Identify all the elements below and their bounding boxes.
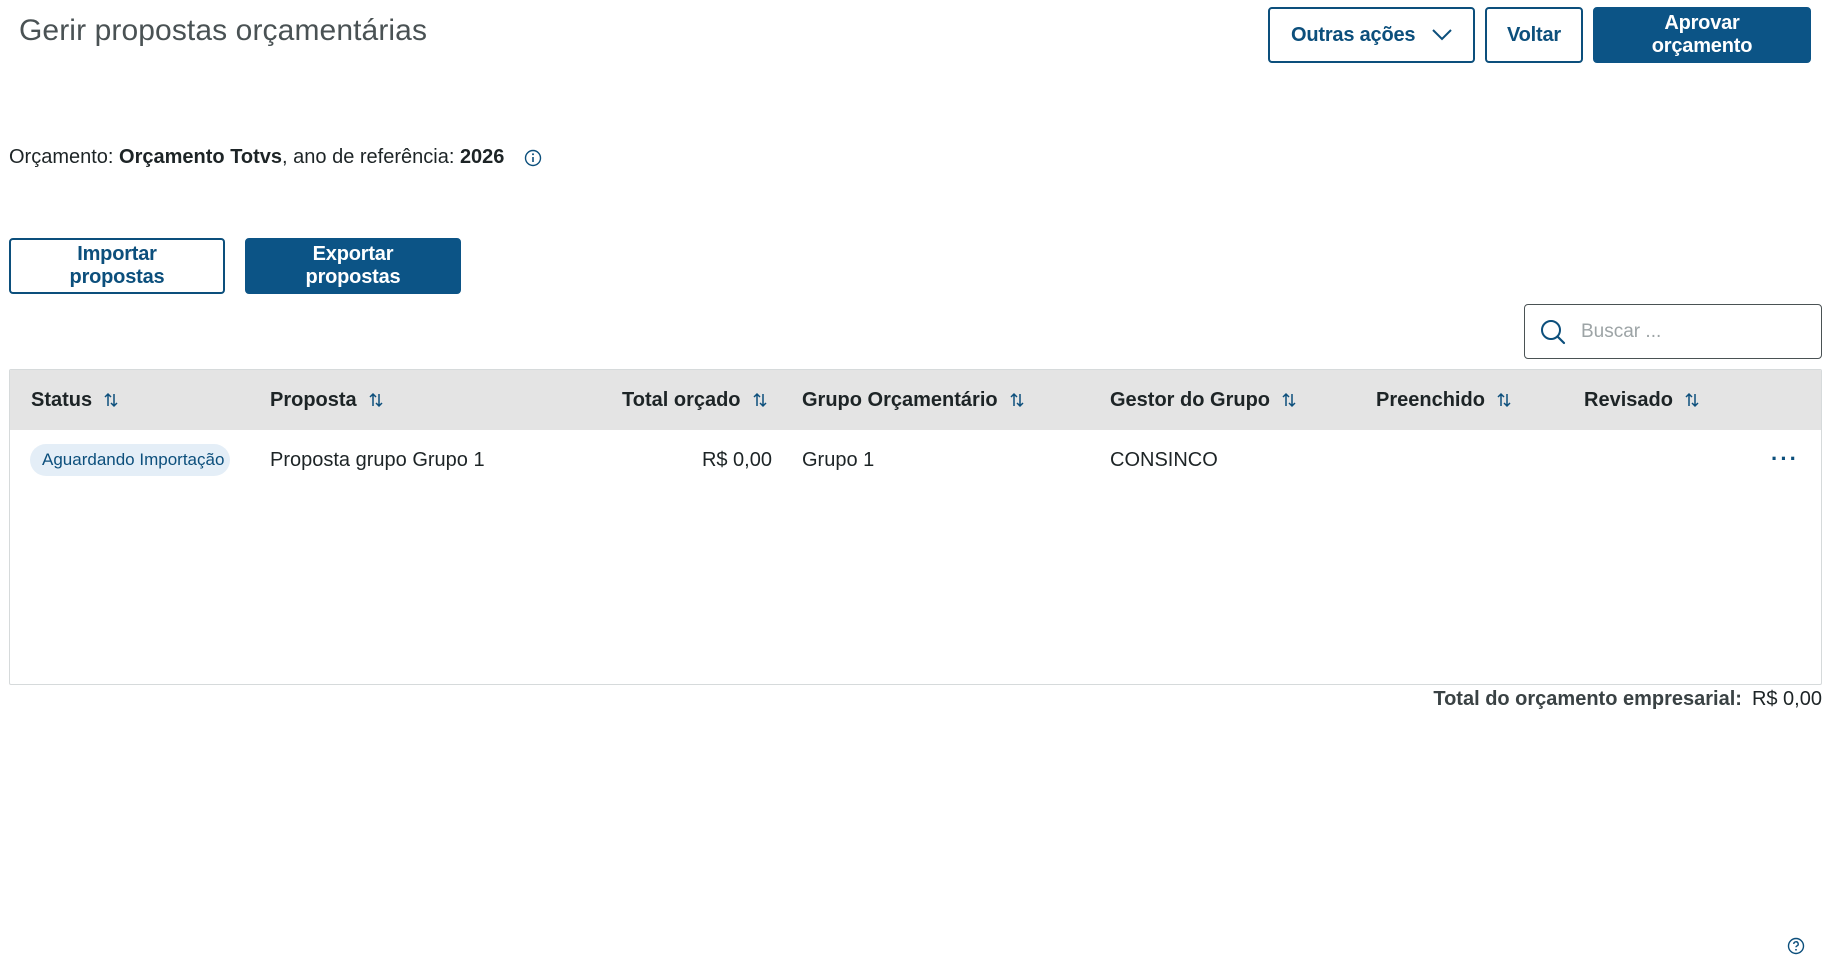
ano-value: 2026 [459, 146, 505, 168]
orcamento-name: Orçamento Totvs [119, 146, 283, 168]
column-preenchido-label: Preenchido [1376, 388, 1485, 411]
page-title: Gerir propostas orçamentárias [19, 14, 428, 47]
sort-icon[interactable] [1497, 392, 1511, 408]
search-input[interactable] [1581, 320, 1811, 343]
gestor-cell: CONSINCO [1110, 448, 1218, 471]
sort-icon[interactable] [753, 392, 767, 408]
sort-icon[interactable] [1685, 392, 1699, 408]
sort-icon[interactable] [1282, 392, 1296, 408]
proposal-actions: Importar propostas Exportar propostas [9, 238, 461, 294]
status-cell: Aguardando Importação [30, 430, 230, 490]
column-preenchido[interactable]: Preenchido [1376, 370, 1511, 430]
voltar-button[interactable]: Voltar [1485, 7, 1583, 63]
importar-propostas-button[interactable]: Importar propostas [9, 238, 225, 294]
column-grupo-orcamentario[interactable]: Grupo Orçamentário [802, 370, 1024, 430]
column-grupo-orcamentario-label: Grupo Orçamentário [802, 388, 998, 411]
help-icon[interactable] [1787, 937, 1805, 955]
column-gestor-do-grupo-label: Gestor do Grupo [1110, 388, 1270, 411]
budget-info: Orçamento: Orçamento Totvs , ano de refe… [9, 146, 542, 169]
column-proposta-label: Proposta [270, 388, 357, 411]
outras-acoes-label: Outras ações [1291, 23, 1416, 46]
orcamento-prefix: Orçamento: [9, 146, 120, 168]
column-proposta[interactable]: Proposta [270, 370, 383, 430]
status-badge: Aguardando Importação [30, 444, 230, 476]
sort-icon[interactable] [1010, 392, 1024, 408]
column-total-orcado-label: Total orçado [622, 388, 741, 411]
total-value: R$ 0,00 [1751, 688, 1822, 710]
more-options-icon[interactable]: ··· [1771, 446, 1799, 472]
proposals-table: Status Proposta Total orçado Grupo Orçam… [9, 369, 1822, 685]
aprovar-orcamento-button[interactable]: Aprovar orçamento [1593, 7, 1811, 63]
header-actions: Outras ações Voltar Aprovar orçamento [1268, 7, 1811, 63]
column-revisado-label: Revisado [1584, 388, 1673, 411]
table-row[interactable]: Aguardando Importação Proposta grupo Gru… [10, 430, 1821, 490]
info-icon[interactable] [524, 149, 542, 167]
grupo-cell: Grupo 1 [802, 448, 875, 471]
column-revisado[interactable]: Revisado [1584, 370, 1699, 430]
ano-prefix: , ano de referência: [282, 146, 460, 168]
search-field[interactable] [1524, 304, 1822, 359]
table-header: Status Proposta Total orçado Grupo Orçam… [10, 370, 1821, 430]
outras-acoes-button[interactable]: Outras ações [1268, 7, 1475, 63]
sort-icon[interactable] [369, 392, 383, 408]
column-gestor-do-grupo[interactable]: Gestor do Grupo [1110, 370, 1296, 430]
chevron-down-icon [1432, 29, 1452, 41]
exportar-propostas-button[interactable]: Exportar propostas [245, 238, 461, 294]
page: Gerir propostas orçamentárias Outras açõ… [0, 0, 1827, 976]
total-cell: R$ 0,00 [701, 448, 772, 471]
column-status-label: Status [31, 388, 93, 411]
column-status[interactable]: Status [31, 370, 118, 430]
column-total-orcado[interactable]: Total orçado [622, 370, 767, 430]
sort-icon[interactable] [104, 392, 118, 408]
proposta-cell: Proposta grupo Grupo 1 [270, 448, 485, 471]
budget-total: Total do orçamento empresarial: R$ 0,00 [1433, 688, 1822, 711]
search-icon [1541, 319, 1566, 344]
total-label: Total do orçamento empresarial: [1433, 688, 1742, 710]
